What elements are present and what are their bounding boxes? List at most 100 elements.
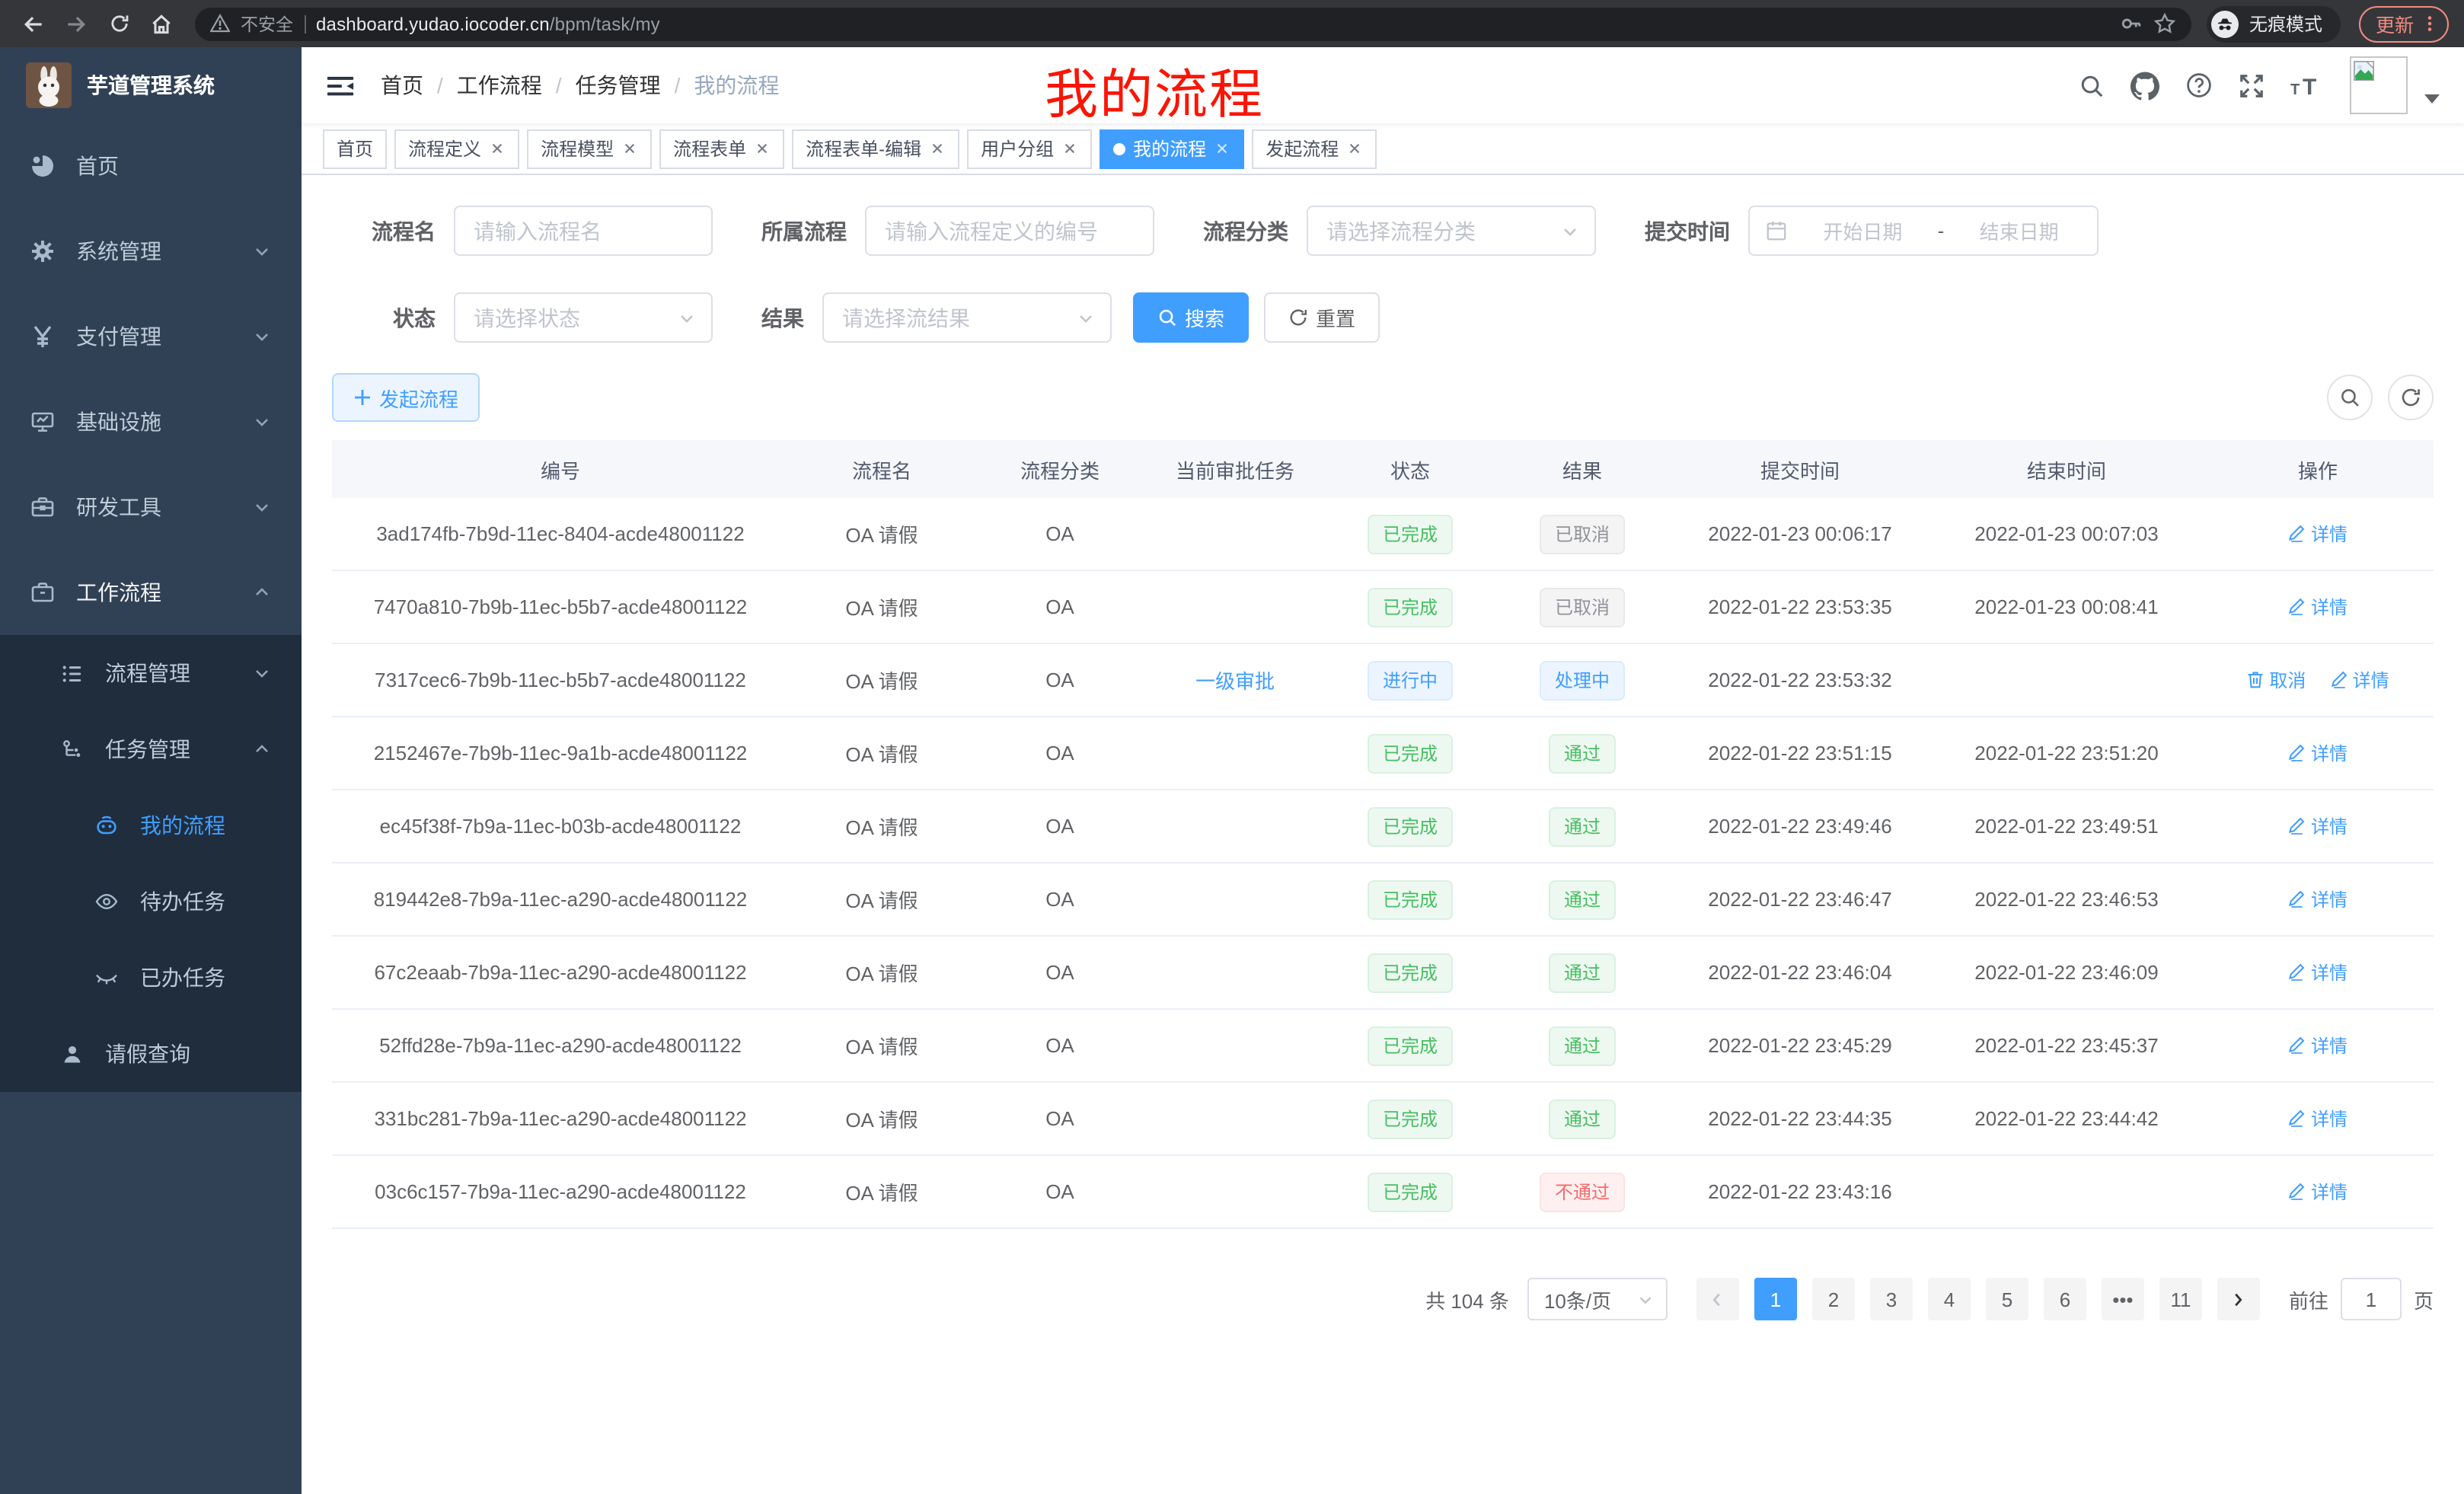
col-header-submit-time: 提交时间 xyxy=(1669,455,1931,484)
detail-link[interactable]: 详情 xyxy=(2330,667,2389,693)
address-bar[interactable]: 不安全 dashboard.yudao.iocoder.cn/bpm/task/… xyxy=(195,7,2191,40)
end-date-placeholder: 结束日期 xyxy=(1956,216,2082,245)
page-number-button[interactable]: 6 xyxy=(2044,1278,2086,1320)
close-icon[interactable] xyxy=(1346,140,1363,157)
sidebar-item-home[interactable]: 首页 xyxy=(0,123,302,209)
github-icon[interactable] xyxy=(2130,71,2159,100)
reload-icon[interactable] xyxy=(101,5,137,42)
page-number-button[interactable]: 5 xyxy=(1986,1278,2028,1320)
cancel-link[interactable]: 取消 xyxy=(2246,667,2306,693)
page-number-button[interactable]: 1 xyxy=(1754,1278,1797,1320)
col-header-status: 状态 xyxy=(1325,455,1495,484)
result-label: 结果 xyxy=(761,302,804,333)
back-icon[interactable] xyxy=(15,5,52,42)
process-definition-input[interactable] xyxy=(865,206,1154,256)
sidebar-item-todo-tasks[interactable]: 待办任务 xyxy=(0,864,302,940)
edit-icon xyxy=(2288,744,2306,762)
font-size-icon[interactable]: TT xyxy=(2290,72,2324,98)
sidebar-item-task-mgmt[interactable]: 任务管理 xyxy=(0,711,302,787)
detail-link[interactable]: 详情 xyxy=(2288,959,2348,985)
tag-tab[interactable]: 流程定义 xyxy=(394,129,519,168)
launch-process-button[interactable]: 发起流程 xyxy=(332,373,480,422)
breadcrumb-home[interactable]: 首页 xyxy=(381,70,423,101)
detail-link[interactable]: 详情 xyxy=(2288,740,2348,766)
table-refresh-icon[interactable] xyxy=(2388,375,2434,420)
process-name-input[interactable] xyxy=(454,206,713,256)
update-button[interactable]: 更新 xyxy=(2359,5,2449,42)
prev-page-icon[interactable] xyxy=(1696,1278,1739,1320)
sidebar-item-devtools[interactable]: 研发工具 xyxy=(0,464,302,550)
status-badge: 已完成 xyxy=(1368,1026,1453,1065)
update-label: 更新 xyxy=(2376,9,2414,38)
cell-process-id: 7470a810-7b9b-11ec-b5b7-acde48001122 xyxy=(332,595,789,618)
search-button[interactable]: 搜索 xyxy=(1133,292,1249,343)
breadcrumb-workflow[interactable]: 工作流程 xyxy=(457,70,542,101)
jump-page-input[interactable] xyxy=(2341,1278,2402,1320)
close-icon[interactable] xyxy=(489,140,506,157)
close-icon[interactable] xyxy=(1214,140,1230,157)
help-icon[interactable] xyxy=(2185,72,2213,99)
avatar[interactable] xyxy=(2350,56,2408,114)
submit-time-range-picker[interactable]: 开始日期 - 结束日期 xyxy=(1748,206,2099,256)
page-size-select[interactable]: 10条/页 xyxy=(1527,1278,1668,1320)
tag-tab[interactable]: 我的流程 xyxy=(1100,129,1244,168)
sidebar-item-infra[interactable]: 基础设施 xyxy=(0,379,302,464)
security-warning-icon xyxy=(210,14,230,34)
page-number-button[interactable]: 2 xyxy=(1812,1278,1855,1320)
sidebar-item-label: 我的流程 xyxy=(140,810,225,841)
close-icon[interactable] xyxy=(621,140,638,157)
page-number-button[interactable]: 4 xyxy=(1928,1278,1971,1320)
fullscreen-icon[interactable] xyxy=(2239,72,2265,98)
current-task-link[interactable]: 一级审批 xyxy=(1195,670,1275,693)
close-icon[interactable] xyxy=(1061,140,1078,157)
detail-link[interactable]: 详情 xyxy=(2288,886,2348,912)
avatar-caret-icon[interactable] xyxy=(2424,94,2440,104)
sidebar-item-label: 首页 xyxy=(76,151,119,181)
close-icon[interactable] xyxy=(929,140,946,157)
next-page-icon[interactable] xyxy=(2217,1278,2260,1320)
tag-tab[interactable]: 流程表单 xyxy=(659,129,784,168)
key-icon[interactable] xyxy=(2120,12,2143,35)
browser-menu-icon[interactable] xyxy=(2427,14,2432,34)
table-search-icon[interactable] xyxy=(2327,375,2373,420)
sidebar-item-system[interactable]: 系统管理 xyxy=(0,209,302,294)
process-category-select[interactable]: 请选择流程分类 xyxy=(1307,206,1596,256)
sidebar-item-leave-query[interactable]: 请假查询 xyxy=(0,1016,302,1092)
select-placeholder: 请选择流程分类 xyxy=(1326,215,1476,246)
sidebar-item-payment[interactable]: 支付管理 xyxy=(0,294,302,379)
search-icon[interactable] xyxy=(2079,72,2105,98)
tag-tab[interactable]: 首页 xyxy=(323,129,387,168)
edit-icon xyxy=(2288,817,2306,835)
detail-link[interactable]: 详情 xyxy=(2288,594,2348,620)
cell-category: OA xyxy=(975,888,1145,911)
sidebar-item-done-tasks[interactable]: 已办任务 xyxy=(0,940,302,1016)
page-number-button[interactable]: 11 xyxy=(2159,1278,2202,1320)
breadcrumb-task-mgmt[interactable]: 任务管理 xyxy=(576,70,661,101)
tag-tab[interactable]: 用户分组 xyxy=(967,129,1092,168)
detail-link[interactable]: 详情 xyxy=(2288,521,2348,547)
select-placeholder: 请选择状态 xyxy=(474,302,580,333)
forward-icon[interactable] xyxy=(58,5,94,42)
result-select[interactable]: 请选择流结果 xyxy=(822,292,1112,343)
detail-link[interactable]: 详情 xyxy=(2288,813,2348,839)
tag-tab[interactable]: 流程模型 xyxy=(527,129,652,168)
sidebar-item-my-processes[interactable]: 我的流程 xyxy=(0,787,302,864)
close-icon[interactable] xyxy=(754,140,771,157)
sidebar-item-workflow[interactable]: 工作流程 xyxy=(0,550,302,635)
tag-tab[interactable]: 流程表单-编辑 xyxy=(792,129,959,168)
page-content: 流程名 所属流程 流程分类 请选择流程分类 xyxy=(302,175,2464,1494)
star-icon[interactable] xyxy=(2153,12,2176,35)
sidebar-item-process-mgmt[interactable]: 流程管理 xyxy=(0,635,302,711)
detail-link[interactable]: 详情 xyxy=(2288,1033,2348,1058)
result-badge: 已取消 xyxy=(1540,587,1625,627)
page-number-button[interactable]: 3 xyxy=(1870,1278,1913,1320)
home-icon[interactable] xyxy=(143,5,180,42)
page-number-button[interactable]: ••• xyxy=(2102,1278,2144,1320)
tag-tab[interactable]: 发起流程 xyxy=(1252,129,1377,168)
status-select[interactable]: 请选择状态 xyxy=(454,292,713,343)
result-badge: 通过 xyxy=(1549,879,1616,919)
detail-link[interactable]: 详情 xyxy=(2288,1179,2348,1205)
reset-button[interactable]: 重置 xyxy=(1264,292,1380,343)
detail-link[interactable]: 详情 xyxy=(2288,1106,2348,1132)
sidebar-collapse-icon[interactable] xyxy=(326,71,355,100)
